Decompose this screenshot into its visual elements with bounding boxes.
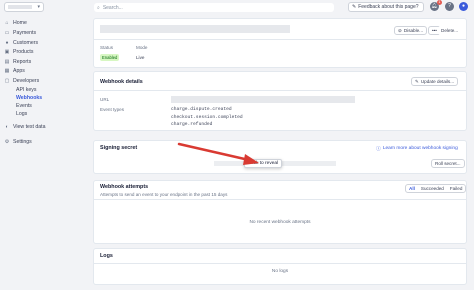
disable-button[interactable]: ⊘ Disable...: [394, 26, 428, 35]
empty-state: No logs: [271, 269, 289, 274]
event-type: charge.refunded: [171, 122, 213, 127]
roll-secret-button[interactable]: Roll secret...: [431, 159, 465, 168]
sidebar-subitem-logs[interactable]: Logs: [16, 110, 27, 118]
disable-icon: ⊘: [398, 27, 402, 33]
update-details-button[interactable]: ✎ Update details...: [411, 77, 459, 86]
status-badge: Enabled: [100, 54, 120, 61]
annotation-arrow: [177, 142, 259, 165]
section-title: Webhook attempts: [100, 184, 149, 190]
url-label: URL: [100, 97, 110, 102]
delete-button[interactable]: Delete...: [438, 26, 462, 35]
sidebar-subitem-api-keys[interactable]: API keys: [16, 86, 36, 94]
divider: [94, 263, 466, 264]
divider: [94, 199, 466, 200]
attempts-filter-tabs: All Succeeded Failed: [405, 184, 467, 193]
customers-icon: ●: [5, 40, 9, 46]
event-type: charge.dispute.created: [171, 107, 232, 112]
sidebar-item-developers[interactable]: ▢ Developers: [4, 77, 40, 85]
sidebar-item-settings[interactable]: ⚙ Settings: [4, 138, 32, 146]
sidebar: ▾ ⌂ Home ▭ Payments ● Customers ▣ Produc…: [0, 0, 88, 290]
mode-value: Live: [136, 55, 145, 60]
status-label: Status: [100, 45, 114, 50]
empty-state: No recent webhook attempts: [249, 220, 311, 225]
home-icon: ⌂: [5, 20, 9, 26]
mode-label: Mode: [136, 45, 148, 50]
section-title: Logs: [100, 253, 113, 259]
endpoint-url-redacted: [100, 25, 290, 33]
learn-more-link[interactable]: ⓘ Learn more about webhook signing: [376, 145, 458, 152]
attempts-subtitle: Attempts to send an event to your endpoi…: [100, 192, 228, 197]
sidebar-item-home[interactable]: ⌂ Home: [4, 19, 26, 27]
account-switcher[interactable]: ▾: [4, 2, 44, 12]
event-type: checkout.session.completed: [171, 115, 243, 120]
payments-icon: ▭: [4, 30, 10, 36]
logs-card: Logs No logs: [94, 249, 466, 284]
developers-icon: ▢: [4, 78, 10, 84]
tab-failed[interactable]: Failed: [447, 185, 466, 192]
chevron-down-icon: ▾: [37, 4, 40, 10]
sidebar-item-customers[interactable]: ● Customers: [4, 39, 38, 47]
tab-succeeded[interactable]: Succeeded: [418, 185, 447, 192]
more-icon: •••: [432, 28, 437, 33]
divider: [94, 90, 466, 91]
chat-icon: ✎: [352, 4, 357, 10]
account-name-redacted: [8, 5, 32, 9]
search-icon: ⌕: [97, 4, 100, 11]
help-icon[interactable]: ?: [445, 2, 454, 11]
url-value-redacted: [171, 96, 355, 103]
gear-icon: ⚙: [4, 139, 10, 145]
reports-icon: ▤: [4, 59, 10, 65]
sidebar-subitem-events[interactable]: Events: [16, 102, 32, 110]
search-input[interactable]: ⌕ Search...: [94, 3, 334, 12]
event-types-label: Event types: [100, 107, 125, 112]
sidebar-item-payments[interactable]: ▭ Payments: [4, 29, 36, 37]
section-title: Signing secret: [100, 145, 138, 151]
sidebar-subitem-webhooks[interactable]: Webhooks: [16, 94, 42, 102]
notification-badge: 1: [437, 0, 442, 5]
sidebar-item-apps[interactable]: ▦ Apps: [4, 67, 25, 75]
endpoint-card: ⊘ Disable... ••• Delete... Status Enable…: [94, 19, 466, 67]
apps-icon: ▦: [4, 68, 10, 74]
question-icon: ⓘ: [376, 147, 381, 152]
divider: [94, 39, 466, 40]
sidebar-item-products[interactable]: ▣ Products: [4, 48, 34, 56]
view-test-data-toggle[interactable]: ◐ View test data: [4, 123, 45, 131]
products-icon: ▣: [4, 49, 10, 55]
tab-all[interactable]: All: [406, 185, 418, 192]
feedback-button[interactable]: ✎ Feedback about this page?: [348, 2, 424, 12]
signing-secret-card: Signing secret ⓘ Learn more about webhoo…: [94, 141, 466, 173]
webhook-details-card: Webhook details ✎ Update details... URL …: [94, 72, 466, 130]
toggle-icon: ◐: [5, 124, 9, 130]
pencil-icon: ✎: [415, 78, 419, 84]
section-title: Webhook details: [100, 79, 143, 85]
avatar[interactable]: ●: [459, 2, 468, 11]
webhook-attempts-card: Webhook attempts All Succeeded Failed At…: [94, 181, 467, 243]
sidebar-item-reports[interactable]: ▤ Reports: [4, 58, 32, 66]
